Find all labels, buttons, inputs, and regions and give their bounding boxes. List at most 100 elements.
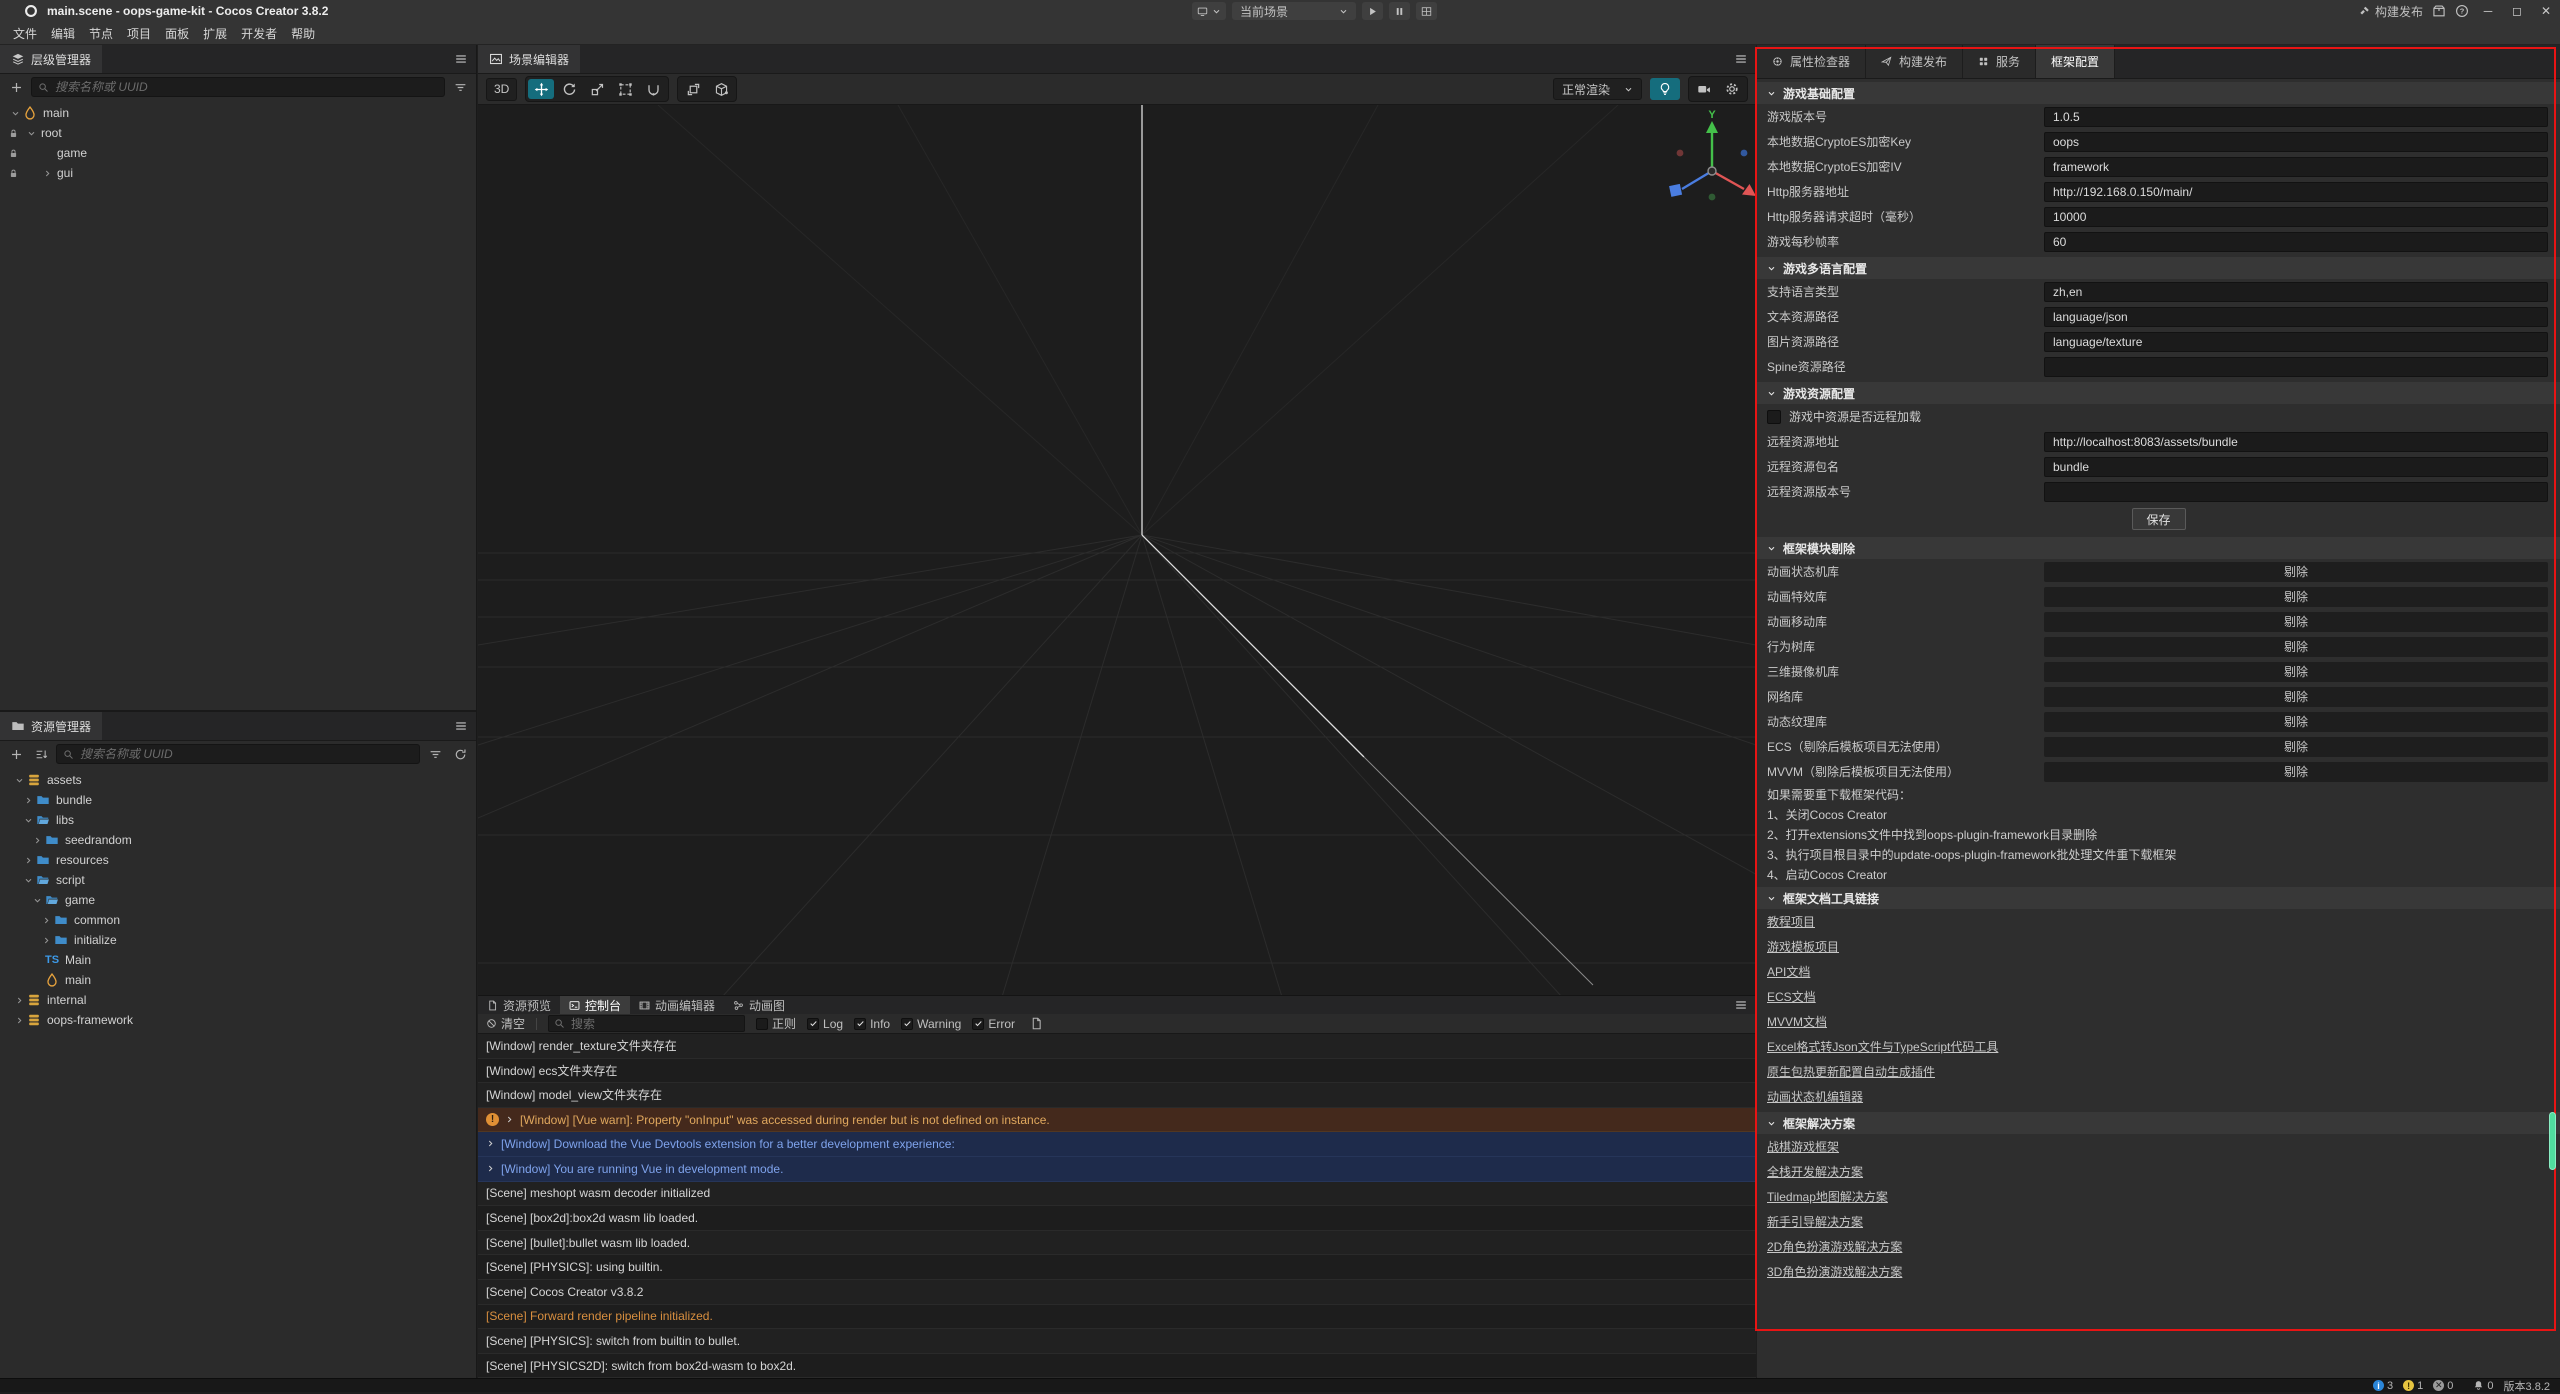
checkbox[interactable] <box>854 1018 866 1030</box>
toggle-3d-button[interactable]: 3D <box>486 78 517 101</box>
notification-counter[interactable]: 0 <box>2473 1380 2493 1392</box>
log-row[interactable]: [Scene] Cocos Creator v3.8.2 <box>478 1280 1756 1305</box>
console-search[interactable] <box>548 1015 745 1032</box>
tree-item[interactable]: script <box>0 870 476 890</box>
tree-item[interactable]: root <box>0 123 476 143</box>
log-row[interactable]: [Scene] meshopt wasm decoder initialized <box>478 1182 1756 1207</box>
tab-scene-editor[interactable]: 场景编辑器 <box>478 45 580 73</box>
tree-item[interactable]: resources <box>0 850 476 870</box>
build-publish-button[interactable]: 构建发布 <box>2359 3 2423 20</box>
checkbox[interactable] <box>972 1018 984 1030</box>
scrollbar-thumb[interactable] <box>2549 1112 2556 1170</box>
log-row[interactable]: [Window] ecs文件夹存在 <box>478 1059 1756 1084</box>
log-row[interactable]: ![Window] [Vue warn]: Property "onInput"… <box>478 1108 1756 1133</box>
section-header[interactable]: 框架解决方案 <box>1757 1112 2560 1134</box>
chevron-right-icon[interactable] <box>21 856 36 865</box>
field-input[interactable] <box>2044 332 2548 352</box>
console-report-button[interactable] <box>1026 1014 1046 1034</box>
hierarchy-menu-button[interactable] <box>446 45 476 73</box>
doc-link[interactable]: 全栈开发解决方案 <box>1767 1163 1863 1180</box>
menu-item[interactable]: 帮助 <box>284 25 322 42</box>
field-input[interactable] <box>2044 482 2548 502</box>
hierarchy-search[interactable] <box>31 77 445 97</box>
section-header[interactable]: 游戏基础配置 <box>1757 82 2560 104</box>
anchor-tool-button[interactable] <box>640 79 666 99</box>
expand-arrow-icon[interactable] <box>505 1113 514 1127</box>
log-row[interactable]: [Window] render_texture文件夹存在 <box>478 1034 1756 1059</box>
tree-item[interactable]: game <box>0 890 476 910</box>
chevron-right-icon[interactable] <box>39 936 54 945</box>
field-input[interactable] <box>2044 157 2548 177</box>
render-mode-select[interactable]: 正常渲染 <box>1553 78 1642 100</box>
menu-item[interactable]: 扩展 <box>196 25 234 42</box>
tree-item[interactable]: gui <box>0 163 476 183</box>
orientation-gizmo[interactable]: Y X <box>1650 109 1756 233</box>
tree-item[interactable]: common <box>0 910 476 930</box>
field-input[interactable] <box>2044 357 2548 377</box>
field-input[interactable] <box>2044 182 2548 202</box>
section-header[interactable]: 游戏多语言配置 <box>1757 257 2560 279</box>
assets-menu-button[interactable] <box>446 712 476 740</box>
chevron-down-icon[interactable] <box>12 776 27 785</box>
scene-gear-button[interactable] <box>1719 79 1745 99</box>
filter-Info[interactable]: Info <box>854 1017 890 1031</box>
menu-item[interactable]: 文件 <box>6 25 44 42</box>
doc-link[interactable]: 原生包热更新配置自动生成插件 <box>1767 1063 1935 1080</box>
section-header[interactable]: 游戏资源配置 <box>1757 382 2560 404</box>
expand-arrow-icon[interactable] <box>486 1162 495 1176</box>
tree-item[interactable]: oops-framework <box>0 1010 476 1030</box>
tree-item[interactable]: seedrandom <box>0 830 476 850</box>
tab-framework-config[interactable]: 框架配置 <box>2036 45 2115 78</box>
scene-select[interactable]: 当前场景 <box>1232 2 1356 20</box>
hierarchy-search-input[interactable] <box>53 79 438 95</box>
remove-module-button[interactable]: 剔除 <box>2044 612 2548 632</box>
chevron-right-icon[interactable] <box>30 836 45 845</box>
log-row[interactable]: [Window] Download the Vue Devtools exten… <box>478 1132 1756 1157</box>
log-row[interactable]: [Scene] [PHYSICS2D]: switch from box2d-w… <box>478 1354 1756 1379</box>
field-input[interactable] <box>2044 432 2548 452</box>
tree-item[interactable]: initialize <box>0 930 476 950</box>
chevron-right-icon[interactable] <box>21 796 36 805</box>
chevron-right-icon[interactable] <box>40 169 55 178</box>
tree-item[interactable]: main <box>0 970 476 990</box>
save-button[interactable]: 保存 <box>2132 508 2186 530</box>
doc-link[interactable]: MVVM文档 <box>1767 1013 1827 1030</box>
info-counter[interactable]: i 3 <box>2373 1380 2393 1392</box>
filter-Warning[interactable]: Warning <box>901 1017 961 1031</box>
chevron-down-icon[interactable] <box>30 896 45 905</box>
doc-link[interactable]: 动画状态机编辑器 <box>1767 1088 1863 1105</box>
tab-inspector-2[interactable]: 服务 <box>1963 45 2036 78</box>
chevron-right-icon[interactable] <box>39 916 54 925</box>
menu-item[interactable]: 节点 <box>82 25 120 42</box>
pause-button[interactable] <box>1389 2 1410 20</box>
create-node-button[interactable] <box>6 77 26 97</box>
remove-module-button[interactable]: 剔除 <box>2044 562 2548 582</box>
assets-search[interactable] <box>56 744 420 764</box>
menu-item[interactable]: 开发者 <box>234 25 284 42</box>
assets-filter-button[interactable] <box>425 744 445 764</box>
remove-module-button[interactable]: 剔除 <box>2044 637 2548 657</box>
doc-link[interactable]: 教程项目 <box>1767 913 1815 930</box>
tab-assets[interactable]: 资源管理器 <box>0 712 102 740</box>
chevron-down-icon[interactable] <box>24 129 39 138</box>
maximize-button[interactable]: ◻ <box>2507 0 2527 22</box>
filter-Error[interactable]: Error <box>972 1017 1015 1031</box>
remove-module-button[interactable]: 剔除 <box>2044 687 2548 707</box>
field-input[interactable] <box>2044 457 2548 477</box>
menu-item[interactable]: 编辑 <box>44 25 82 42</box>
filter-正则[interactable]: 正则 <box>756 1015 796 1032</box>
expand-arrow-icon[interactable] <box>486 1137 495 1151</box>
field-input[interactable] <box>2044 307 2548 327</box>
log-row[interactable]: [Scene] [PHYSICS]: switch from builtin t… <box>478 1329 1756 1354</box>
doc-link[interactable]: Tiledmap地图解决方案 <box>1767 1188 1888 1205</box>
remote-load-checkbox[interactable] <box>1767 410 1781 424</box>
gizmo-space-button[interactable] <box>708 79 734 99</box>
remove-module-button[interactable]: 剔除 <box>2044 662 2548 682</box>
tree-item[interactable]: TSMain <box>0 950 476 970</box>
tree-item[interactable]: libs <box>0 810 476 830</box>
chevron-right-icon[interactable] <box>12 1016 27 1025</box>
log-row[interactable]: [Scene] [bullet]:bullet wasm lib loaded. <box>478 1231 1756 1256</box>
doc-link[interactable]: 2D角色扮演游戏解决方案 <box>1767 1238 1902 1255</box>
console-tab-1[interactable]: 控制台 <box>560 996 630 1014</box>
sort-assets-button[interactable] <box>31 744 51 764</box>
